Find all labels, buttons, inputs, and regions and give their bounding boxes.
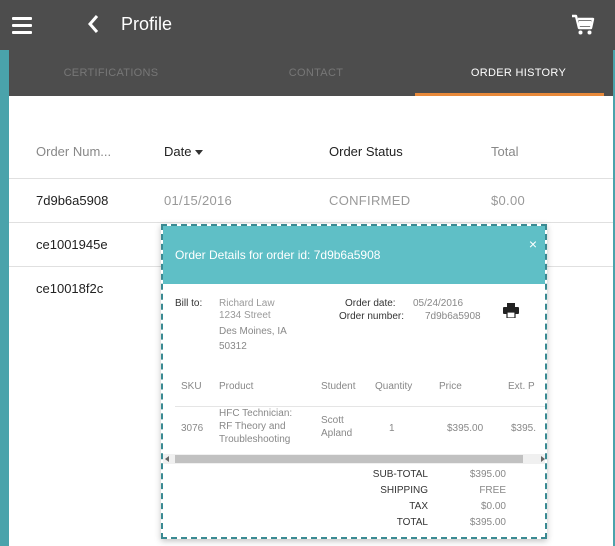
scroll-right-icon[interactable] xyxy=(541,456,545,462)
print-icon[interactable] xyxy=(503,303,519,318)
order-details-dialog: Order Details for order id: 7d9b6a5908 ×… xyxy=(161,224,547,539)
back-chevron-icon[interactable] xyxy=(84,12,102,36)
tax-label: TAX xyxy=(409,501,428,512)
items-header-product: Product xyxy=(219,381,254,392)
items-header-price: Price xyxy=(439,381,462,392)
order-num-cell: 7d9b6a5908 xyxy=(36,193,109,208)
scroll-left-icon[interactable] xyxy=(165,456,169,462)
order-number-value: 7d9b6a5908 xyxy=(425,311,481,322)
item-product-line: Troubleshooting xyxy=(219,434,291,445)
subtotal-label: SUB-TOTAL xyxy=(372,469,428,480)
bill-to-street: 1234 Street xyxy=(219,310,271,321)
dialog-header: Order Details for order id: 7d9b6a5908 × xyxy=(163,226,545,284)
items-header-sku: SKU xyxy=(181,381,202,392)
item-student-line: Scott xyxy=(321,415,344,426)
items-divider xyxy=(175,406,545,407)
bill-to-label: Bill to: xyxy=(175,298,203,309)
column-header-order-status[interactable]: Order Status xyxy=(329,144,403,159)
item-quantity: 1 xyxy=(389,423,395,434)
table-row[interactable]: 7d9b6a5908 01/15/2016 CONFIRMED $0.00 xyxy=(9,178,613,224)
total-label: TOTAL xyxy=(396,517,428,528)
item-ext-price: $395. xyxy=(511,423,537,434)
column-header-date[interactable]: Date xyxy=(164,144,204,159)
tab-certifications[interactable]: CERTIFICATIONS xyxy=(9,50,213,96)
top-app-bar: Profile xyxy=(0,0,615,50)
bill-to-zip: 50312 xyxy=(219,341,247,352)
order-num-cell: ce10018f2c xyxy=(36,281,104,296)
item-product-line: RF Theory and xyxy=(219,421,286,432)
sort-desc-icon xyxy=(195,150,204,156)
order-number-label: Order number: xyxy=(339,311,405,322)
bill-to-city: Des Moines, IA xyxy=(219,326,287,337)
status-cell: CONFIRMED xyxy=(329,193,411,208)
item-price: $395.00 xyxy=(447,423,484,434)
page-title: Profile xyxy=(121,14,173,34)
column-header-date-label: Date xyxy=(164,144,192,159)
total-value: $395.00 xyxy=(469,517,506,528)
shipping-label: SHIPPING xyxy=(380,485,428,496)
horizontal-scrollbar[interactable] xyxy=(163,454,545,464)
cart-icon[interactable] xyxy=(571,14,595,36)
item-student-line: Apland xyxy=(321,428,353,439)
tab-contact[interactable]: CONTACT xyxy=(213,50,419,96)
shipping-value: FREE xyxy=(479,485,506,496)
item-product-line: HFC Technician: xyxy=(219,408,293,419)
close-icon[interactable]: × xyxy=(529,236,537,252)
menu-icon[interactable] xyxy=(12,17,32,34)
subtotal-value: $395.00 xyxy=(469,469,506,480)
items-header-ext-price: Ext. P xyxy=(508,381,535,392)
bill-to-name: Richard Law xyxy=(219,298,275,309)
column-header-order-num[interactable]: Order Num... xyxy=(36,144,111,159)
profile-tabs: CERTIFICATIONS CONTACT ORDER HISTORY xyxy=(9,50,613,96)
tab-order-history[interactable]: ORDER HISTORY xyxy=(424,50,613,96)
dialog-title: Order Details for order id: 7d9b6a5908 xyxy=(175,248,381,262)
tax-value: $0.00 xyxy=(480,501,506,512)
column-header-total[interactable]: Total xyxy=(491,144,518,159)
scrollbar-thumb[interactable] xyxy=(175,455,523,463)
item-sku: 3076 xyxy=(181,423,204,434)
date-cell: 01/15/2016 xyxy=(164,193,233,208)
order-date-value: 05/24/2016 xyxy=(413,298,464,309)
order-date-label: Order date: xyxy=(345,298,396,309)
total-cell: $0.00 xyxy=(491,193,526,208)
order-num-cell: ce1001945e xyxy=(36,237,108,252)
items-header-quantity: Quantity xyxy=(375,381,413,392)
items-header-student: Student xyxy=(321,381,356,392)
